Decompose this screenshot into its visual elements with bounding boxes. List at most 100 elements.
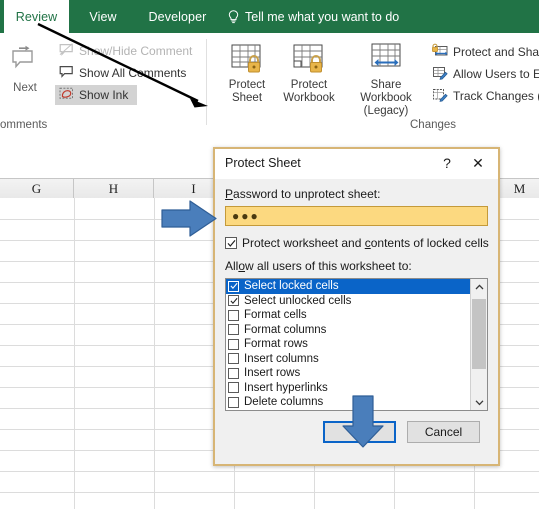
column-header-h[interactable]: H <box>74 179 154 199</box>
permission-list-item[interactable]: Format rows <box>226 337 470 352</box>
password-label: Password to unprotect sheet: <box>225 187 380 201</box>
ribbon-body: Next Show/Hide Comment Show All Comments… <box>0 33 539 142</box>
dialog-title-bar: Protect Sheet ? ✕ <box>215 149 498 179</box>
checkbox-box-unchecked[interactable] <box>228 309 239 321</box>
protect-and-share-label: Protect and Share <box>453 44 539 59</box>
protect-sheet-icon <box>227 39 267 79</box>
permission-list-item[interactable]: Delete rows <box>226 410 470 411</box>
protect-label-post: ontents of locked cells <box>370 236 489 250</box>
scroll-up-icon[interactable] <box>471 279 487 295</box>
comments-group-label: omments <box>0 119 48 131</box>
permission-list-item[interactable]: Format cells <box>226 308 470 323</box>
show-hide-comment-label: Show/Hide Comment <box>79 44 193 58</box>
ribbon-group-changes: Protect Sheet Protect Workbook Share Wor… <box>210 35 539 139</box>
checkbox-box-unchecked[interactable] <box>228 382 239 394</box>
permission-list-item-label: Format rows <box>244 338 308 351</box>
allow-users-to-edit-command[interactable]: Allow Users to Edi <box>432 63 539 84</box>
permission-list-item[interactable]: Delete columns <box>226 395 470 410</box>
ribbon-group-separator <box>206 39 207 125</box>
checkbox-box-unchecked[interactable] <box>228 338 239 350</box>
permission-list-item-label: Select locked cells <box>244 280 339 293</box>
checkbox-box-checked[interactable] <box>228 280 239 292</box>
permission-list-item[interactable]: Format columns <box>226 323 470 338</box>
show-ink-label: Show Ink <box>79 88 129 102</box>
ribbon-tab-bar: Review View Developer Tell me what you w… <box>0 0 539 33</box>
permission-list-item[interactable]: Insert rows <box>226 366 470 381</box>
track-changes-icon <box>432 87 448 105</box>
allow-users-to-edit-label: Allow Users to Edi <box>453 66 539 81</box>
checkbox-box-unchecked[interactable] <box>228 367 239 379</box>
checkbox-box-unchecked[interactable] <box>228 396 239 408</box>
permission-list-item-label: Select unlocked cells <box>244 294 352 307</box>
tab-view[interactable]: View <box>78 0 128 33</box>
allow-users-label: Allow all users of this worksheet to: <box>225 259 412 273</box>
next-comment-label: Next <box>13 82 37 94</box>
tab-developer[interactable]: Developer <box>135 0 220 33</box>
help-icon[interactable]: ? <box>438 154 456 172</box>
permissions-list: Select locked cells Select unlocked cells… <box>226 279 470 411</box>
changes-group-label: Changes <box>410 119 457 131</box>
protect-and-share-command[interactable]: Protect and Share <box>432 41 539 62</box>
comment-all-icon <box>59 65 74 81</box>
listbox-scrollbar[interactable] <box>470 279 487 410</box>
protect-share-icon <box>432 43 448 61</box>
lightbulb-icon <box>228 9 239 24</box>
checkbox-box-unchecked[interactable] <box>228 324 239 336</box>
column-header-m[interactable]: M <box>500 179 539 199</box>
track-changes-command[interactable]: Track Changes (Le <box>432 85 539 106</box>
protect-sheet-label-line2: Sheet <box>231 92 263 104</box>
permission-list-item-label: Insert columns <box>244 352 319 365</box>
tab-developer-label: Developer <box>148 9 207 24</box>
close-icon[interactable]: ✕ <box>468 154 488 172</box>
protect-sheet-dialog: Protect Sheet ? ✕ Password to unprotect … <box>213 147 500 466</box>
protect-workbook-button[interactable]: Protect Workbook <box>278 39 340 105</box>
permission-list-item[interactable]: Insert columns <box>226 352 470 367</box>
share-workbook-label-line1: Share Workbook <box>360 79 412 104</box>
allow-label-post: w all users of this worksheet to: <box>245 259 412 273</box>
password-input[interactable]: ●●● <box>225 206 488 226</box>
permission-list-item-label: Format columns <box>244 323 327 336</box>
allow-users-icon <box>432 65 448 83</box>
protect-sheet-button[interactable]: Protect Sheet <box>216 39 278 105</box>
protect-workbook-label-line2: Workbook <box>283 92 335 104</box>
password-label-accel: P <box>225 187 234 201</box>
checkbox-box-checked[interactable] <box>228 295 239 307</box>
checkbox-box-unchecked[interactable] <box>228 353 239 365</box>
permission-list-item-label: Format cells <box>244 309 307 322</box>
ok-button[interactable]: OK <box>323 421 396 443</box>
show-all-comments-command[interactable]: Show All Comments <box>55 63 207 83</box>
track-changes-label: Track Changes (Le <box>453 88 539 103</box>
allow-label-pre: All <box>225 259 239 273</box>
permission-list-item-label: Delete columns <box>244 396 324 409</box>
permission-list-item[interactable]: Select locked cells <box>226 279 470 294</box>
permission-list-item-label: Insert hyperlinks <box>244 381 328 394</box>
column-header-g[interactable]: G <box>0 179 74 199</box>
dialog-title: Protect Sheet <box>225 156 301 170</box>
protect-worksheet-label: Protect worksheet and contents of locked… <box>242 236 489 250</box>
tab-review[interactable]: Review <box>4 0 69 33</box>
protect-label-pre: Protect worksheet and <box>242 236 365 250</box>
show-hide-comment-command[interactable]: Show/Hide Comment <box>55 41 203 61</box>
comment-hide-icon <box>59 43 74 59</box>
share-workbook-icon <box>365 39 407 79</box>
tell-me-search[interactable]: Tell me what you want to do <box>228 0 399 33</box>
password-label-rest: assword to unprotect sheet: <box>233 187 381 201</box>
protect-workbook-icon <box>289 39 329 79</box>
permission-list-item[interactable]: Select unlocked cells <box>226 294 470 309</box>
cancel-button[interactable]: Cancel <box>407 421 480 443</box>
next-comment-button[interactable]: Next <box>2 39 48 101</box>
share-workbook-button[interactable]: Share Workbook (Legacy) <box>344 39 428 118</box>
tab-review-label: Review <box>15 9 58 24</box>
permission-list-item-label: Insert rows <box>244 367 301 380</box>
permission-list-item[interactable]: Insert hyperlinks <box>226 381 470 396</box>
scroll-down-icon[interactable] <box>471 394 487 410</box>
scrollbar-thumb[interactable] <box>472 299 486 369</box>
next-comment-icon <box>10 45 40 76</box>
show-ink-icon <box>59 87 74 103</box>
protect-worksheet-checkbox[interactable]: Protect worksheet and contents of locked… <box>225 236 489 250</box>
tab-view-label: View <box>89 9 117 24</box>
show-ink-command[interactable]: Show Ink <box>55 85 137 105</box>
permissions-listbox[interactable]: Select locked cells Select unlocked cells… <box>225 278 488 411</box>
tell-me-label: Tell me what you want to do <box>245 9 400 24</box>
ribbon-group-comments: Next Show/Hide Comment Show All Comments… <box>0 35 205 139</box>
